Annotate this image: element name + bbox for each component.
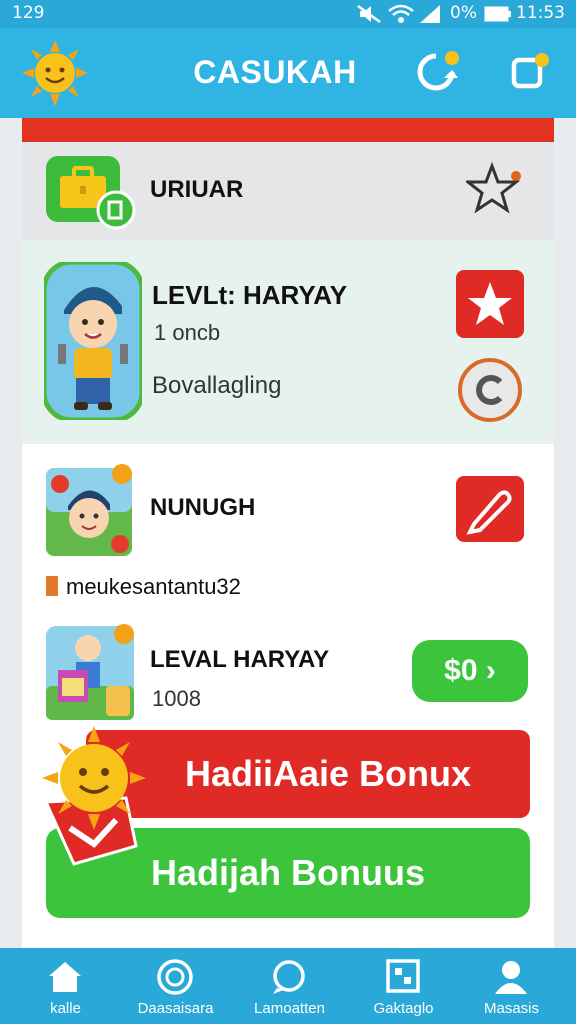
nav-label-explore: Daasaisara [137,1000,214,1017]
nav-label-catalog: Gaktaglo [373,1000,434,1017]
chat-bubble-icon [273,960,305,994]
shop-scene-thumbnail [46,624,134,720]
sun-ribbon-badge-icon [42,726,146,866]
item1-title: LEVLt: HARYAY [152,280,348,310]
bottom-nav: kalle Daasaisara Lamoatten Gaktaglo Masa… [0,948,576,1024]
item2-title: NUNUGH [150,494,256,521]
signal-icon [420,5,440,23]
item1-subtitle: 1 oncb [154,320,221,345]
item2-note: meukesantantu32 [66,574,241,599]
item3-title: LEVAL HARYAY [150,646,330,673]
mute-icon [357,4,381,24]
status-time-left: 129 [12,3,45,23]
home-icon [49,962,81,992]
nav-item-chat[interactable]: Lamoatten [232,948,347,1024]
status-time-right: 11:53 [516,3,565,23]
page-title: CASUKAH [193,54,357,90]
star-outline-icon[interactable] [466,162,526,216]
favorite-button[interactable] [456,270,524,338]
pencil-icon [466,490,512,535]
profile-icon [495,961,527,994]
item1-detail: Bovallagling [152,372,282,399]
nav-item-explore[interactable]: Daasaisara [118,948,233,1024]
refresh-badge-icon[interactable] [412,48,462,96]
nav-item-catalog[interactable]: Gaktaglo [346,948,461,1024]
wifi-icon [388,4,414,23]
status-bar: 129 0% 11:53 [0,0,576,28]
star-icon [468,282,512,325]
nav-label-chat: Lamoatten [254,1000,325,1017]
section-title: URIUAR [150,176,244,203]
refresh-round-button[interactable] [456,356,524,424]
item3-subtitle: 1008 [152,686,201,711]
kid-cap-thumbnail [46,464,132,556]
sun-mascot-icon[interactable] [22,40,88,106]
toolbox-icon [46,156,136,230]
compass-icon [157,959,193,995]
square-badge-icon[interactable] [508,50,552,94]
top-red-strip [22,118,554,142]
grid-icon [386,959,420,993]
nav-label-profile: Masasis [483,1000,539,1017]
price-button[interactable]: $0 › [412,640,528,702]
note-marker [46,576,58,596]
nav-item-home[interactable]: kalle [8,948,123,1024]
edit-button[interactable] [456,476,524,542]
nav-label-home: kalle [50,1000,81,1017]
boy-avatar-thumbnail [44,262,142,420]
battery-percent: 0% [450,3,477,23]
nav-item-profile[interactable]: Masasis [454,948,569,1024]
bonus-red-button[interactable]: HadiiAaie Bonux [86,730,530,818]
battery-icon [484,6,511,22]
